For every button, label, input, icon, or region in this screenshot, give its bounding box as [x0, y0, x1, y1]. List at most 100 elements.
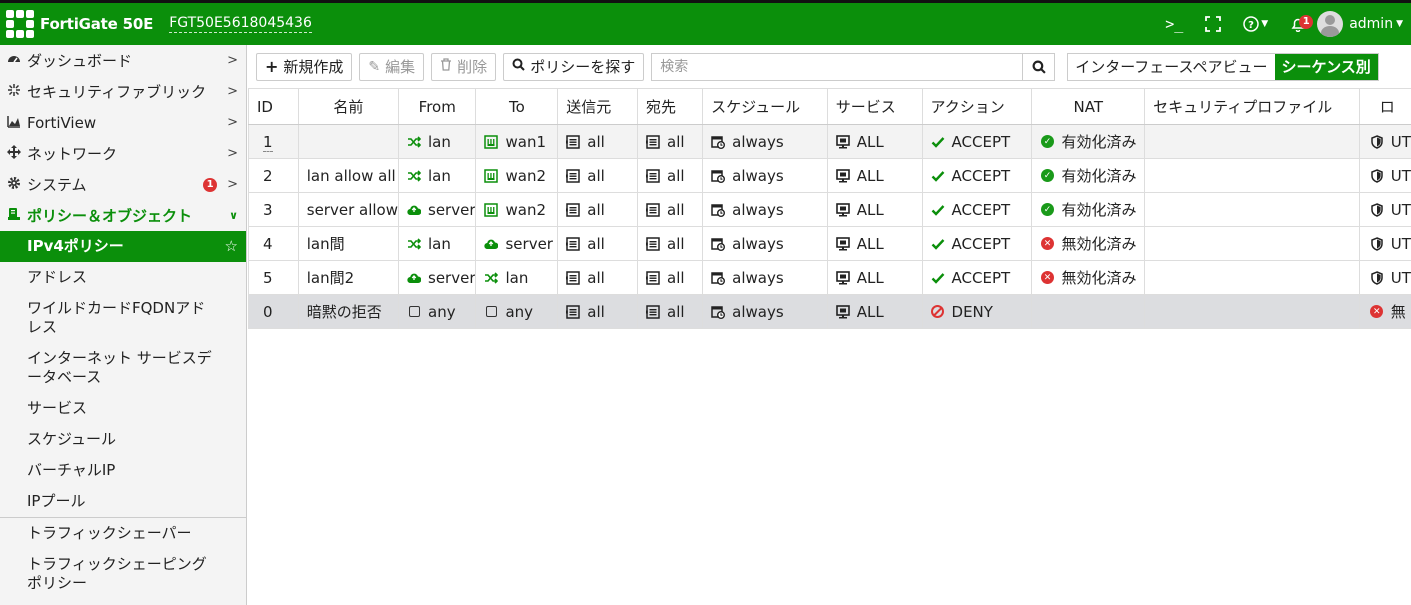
user-menu[interactable]: admin ▼ — [1317, 11, 1411, 37]
interface-pair-view-button[interactable]: インターフェースペアビュー — [1068, 54, 1274, 80]
column-header-id[interactable]: ID — [248, 88, 299, 125]
column-header-source[interactable]: 送信元 — [557, 88, 638, 125]
cell-from[interactable]: lan — [397, 158, 476, 193]
cell-destination[interactable]: all — [636, 124, 703, 159]
policy-table: ID 名前 From To 送信元 宛先 スケジュール サービス アクション N… — [248, 88, 1411, 329]
table-row[interactable]: 1 lan wan1 all all always ALL ACCEPT ✓ 有効化済み UT — [248, 124, 1411, 159]
cell-source[interactable]: all — [557, 294, 638, 329]
column-header-nat[interactable]: NAT — [1031, 88, 1145, 125]
cell-source[interactable]: all — [557, 158, 638, 193]
sidebar-item-dashboard[interactable]: ダッシュボード > — [0, 45, 246, 76]
sequence-view-button[interactable]: シーケンス別 — [1274, 53, 1378, 80]
sidebar-subitem-services[interactable]: サービス — [0, 393, 246, 424]
cell-schedule[interactable]: always — [702, 158, 828, 193]
cell-to[interactable]: wan1 — [475, 124, 558, 159]
cell-destination[interactable]: all — [636, 192, 703, 227]
column-header-security-profiles[interactable]: セキュリティプロファイル — [1144, 88, 1360, 125]
sidebar-item-label: ダッシュボード — [27, 52, 133, 70]
favorite-star-icon[interactable]: ☆ — [225, 237, 238, 256]
cell-source[interactable]: all — [557, 192, 638, 227]
table-row[interactable]: 2 lan allow all lan wan2 all all always ALL ACCE… — [248, 158, 1411, 193]
sidebar-subitem-ipv4-policy[interactable]: IPv4ポリシー ☆ — [0, 231, 246, 262]
cell-action: ACCEPT — [921, 226, 1032, 261]
column-header-action[interactable]: アクション — [921, 88, 1032, 125]
cell-schedule[interactable]: always — [702, 260, 828, 295]
column-header-to[interactable]: To — [475, 88, 558, 125]
chevron-right-icon: > — [227, 177, 238, 192]
source-address: all — [587, 268, 605, 287]
cell-from[interactable]: server — [397, 192, 476, 227]
column-header-name[interactable]: 名前 — [297, 88, 399, 125]
sidebar-subitem-wildcard-fqdn[interactable]: ワイルドカードFQDNアドレス — [0, 293, 246, 343]
column-header-schedule[interactable]: スケジュール — [702, 88, 828, 125]
column-header-from[interactable]: From — [397, 88, 476, 125]
sidebar-item-system[interactable]: システム 1 > — [0, 169, 246, 200]
log-label: 無 — [1390, 303, 1406, 321]
serial-number[interactable]: FGT50E5618045436 — [169, 15, 312, 33]
cell-service[interactable]: ALL — [826, 294, 923, 329]
sidebar-subitem-traffic-shapers[interactable]: トラフィックシェーパー — [0, 518, 246, 549]
cell-destination[interactable]: all — [636, 158, 703, 193]
sidebar-item-security-fabric[interactable]: セキュリティファブリック > — [0, 76, 246, 107]
cell-source[interactable]: all — [557, 124, 638, 159]
box-icon — [484, 305, 498, 319]
cell-destination[interactable]: all — [636, 226, 703, 261]
delete-button[interactable]: 削除 — [431, 52, 497, 81]
sidebar-item-network[interactable]: ネットワーク > — [0, 138, 246, 169]
sidebar-item-fortiview[interactable]: FortiView > — [0, 107, 246, 138]
table-row[interactable]: 5 lan間2 server lan all all always ALL ACCEPT ✕ 無効化… — [248, 260, 1411, 295]
cloud-icon — [484, 237, 499, 251]
destination-address: all — [667, 200, 685, 219]
x-circle-icon: ✕ — [1040, 271, 1054, 284]
cell-source[interactable]: all — [557, 226, 638, 261]
sidebar-subitem-virtual-ip[interactable]: バーチャルIP — [0, 455, 246, 486]
cell-destination[interactable]: all — [636, 294, 703, 329]
cell-service[interactable]: ALL — [826, 192, 923, 227]
cell-from[interactable]: server — [397, 260, 476, 295]
cell-source[interactable]: all — [557, 260, 638, 295]
cell-destination[interactable]: all — [636, 260, 703, 295]
cell-name: server allow — [297, 192, 399, 227]
sidebar-subitem-ip-pools[interactable]: IPプール — [0, 486, 246, 517]
search-button[interactable] — [1022, 52, 1056, 81]
sidebar-item-policy-objects[interactable]: ポリシー＆オブジェクト ∨ — [0, 200, 246, 231]
find-policy-button[interactable]: ポリシーを探す — [503, 52, 645, 81]
cell-schedule[interactable]: always — [702, 192, 828, 227]
cell-schedule[interactable]: always — [702, 124, 828, 159]
sidebar-subitem-addresses[interactable]: アドレス — [0, 262, 246, 293]
table-row[interactable]: 4 lan間 lan server all all always ALL ACCEPT ✕ 無効化済… — [248, 226, 1411, 261]
cell-to[interactable]: any — [475, 294, 558, 329]
log-label: UT — [1390, 132, 1411, 151]
cell-to[interactable]: lan — [475, 260, 558, 295]
cell-service[interactable]: ALL — [826, 226, 923, 261]
cli-console-icon[interactable]: >_ — [1154, 3, 1194, 45]
logo[interactable]: FortiGate 50E — [0, 10, 153, 38]
cell-service[interactable]: ALL — [826, 158, 923, 193]
column-header-service[interactable]: サービス — [826, 88, 923, 125]
sidebar-subitem-traffic-shaping-policy[interactable]: トラフィックシェーピングポリシー — [0, 549, 246, 599]
cell-service[interactable]: ALL — [826, 124, 923, 159]
cell-from[interactable]: any — [397, 294, 476, 329]
cell-from[interactable]: lan — [397, 226, 476, 261]
cell-schedule[interactable]: always — [702, 294, 828, 329]
column-header-log[interactable]: ロ — [1358, 88, 1411, 125]
cell-schedule[interactable]: always — [702, 226, 828, 261]
switch-icon — [407, 237, 421, 251]
sidebar-subitem-internet-service-db[interactable]: インターネット サービスデータベース — [0, 343, 246, 393]
cell-service[interactable]: ALL — [826, 260, 923, 295]
create-new-button[interactable]: + 新規作成 — [256, 52, 353, 81]
table-row[interactable]: 3 server allow server wan2 all all always ALL AC… — [248, 192, 1411, 227]
fullscreen-icon[interactable] — [1194, 3, 1232, 45]
search-input[interactable] — [651, 52, 1023, 81]
column-header-destination[interactable]: 宛先 — [636, 88, 703, 125]
cell-to[interactable]: wan2 — [475, 158, 558, 193]
edit-button[interactable]: ✎ 編集 — [359, 52, 425, 81]
help-icon[interactable]: ? ▼ — [1232, 3, 1279, 45]
cell-to[interactable]: wan2 — [475, 192, 558, 227]
notifications-bell-icon[interactable]: 1 — [1279, 3, 1317, 45]
cell-from[interactable]: lan — [397, 124, 476, 159]
table-row-implicit-deny[interactable]: 0 暗黙の拒否 any any all all always ALL DENY ✕ 無 — [248, 294, 1411, 329]
sidebar-subitem-schedules[interactable]: スケジュール — [0, 424, 246, 455]
cell-to[interactable]: server — [475, 226, 558, 261]
destination-address: all — [667, 302, 685, 321]
